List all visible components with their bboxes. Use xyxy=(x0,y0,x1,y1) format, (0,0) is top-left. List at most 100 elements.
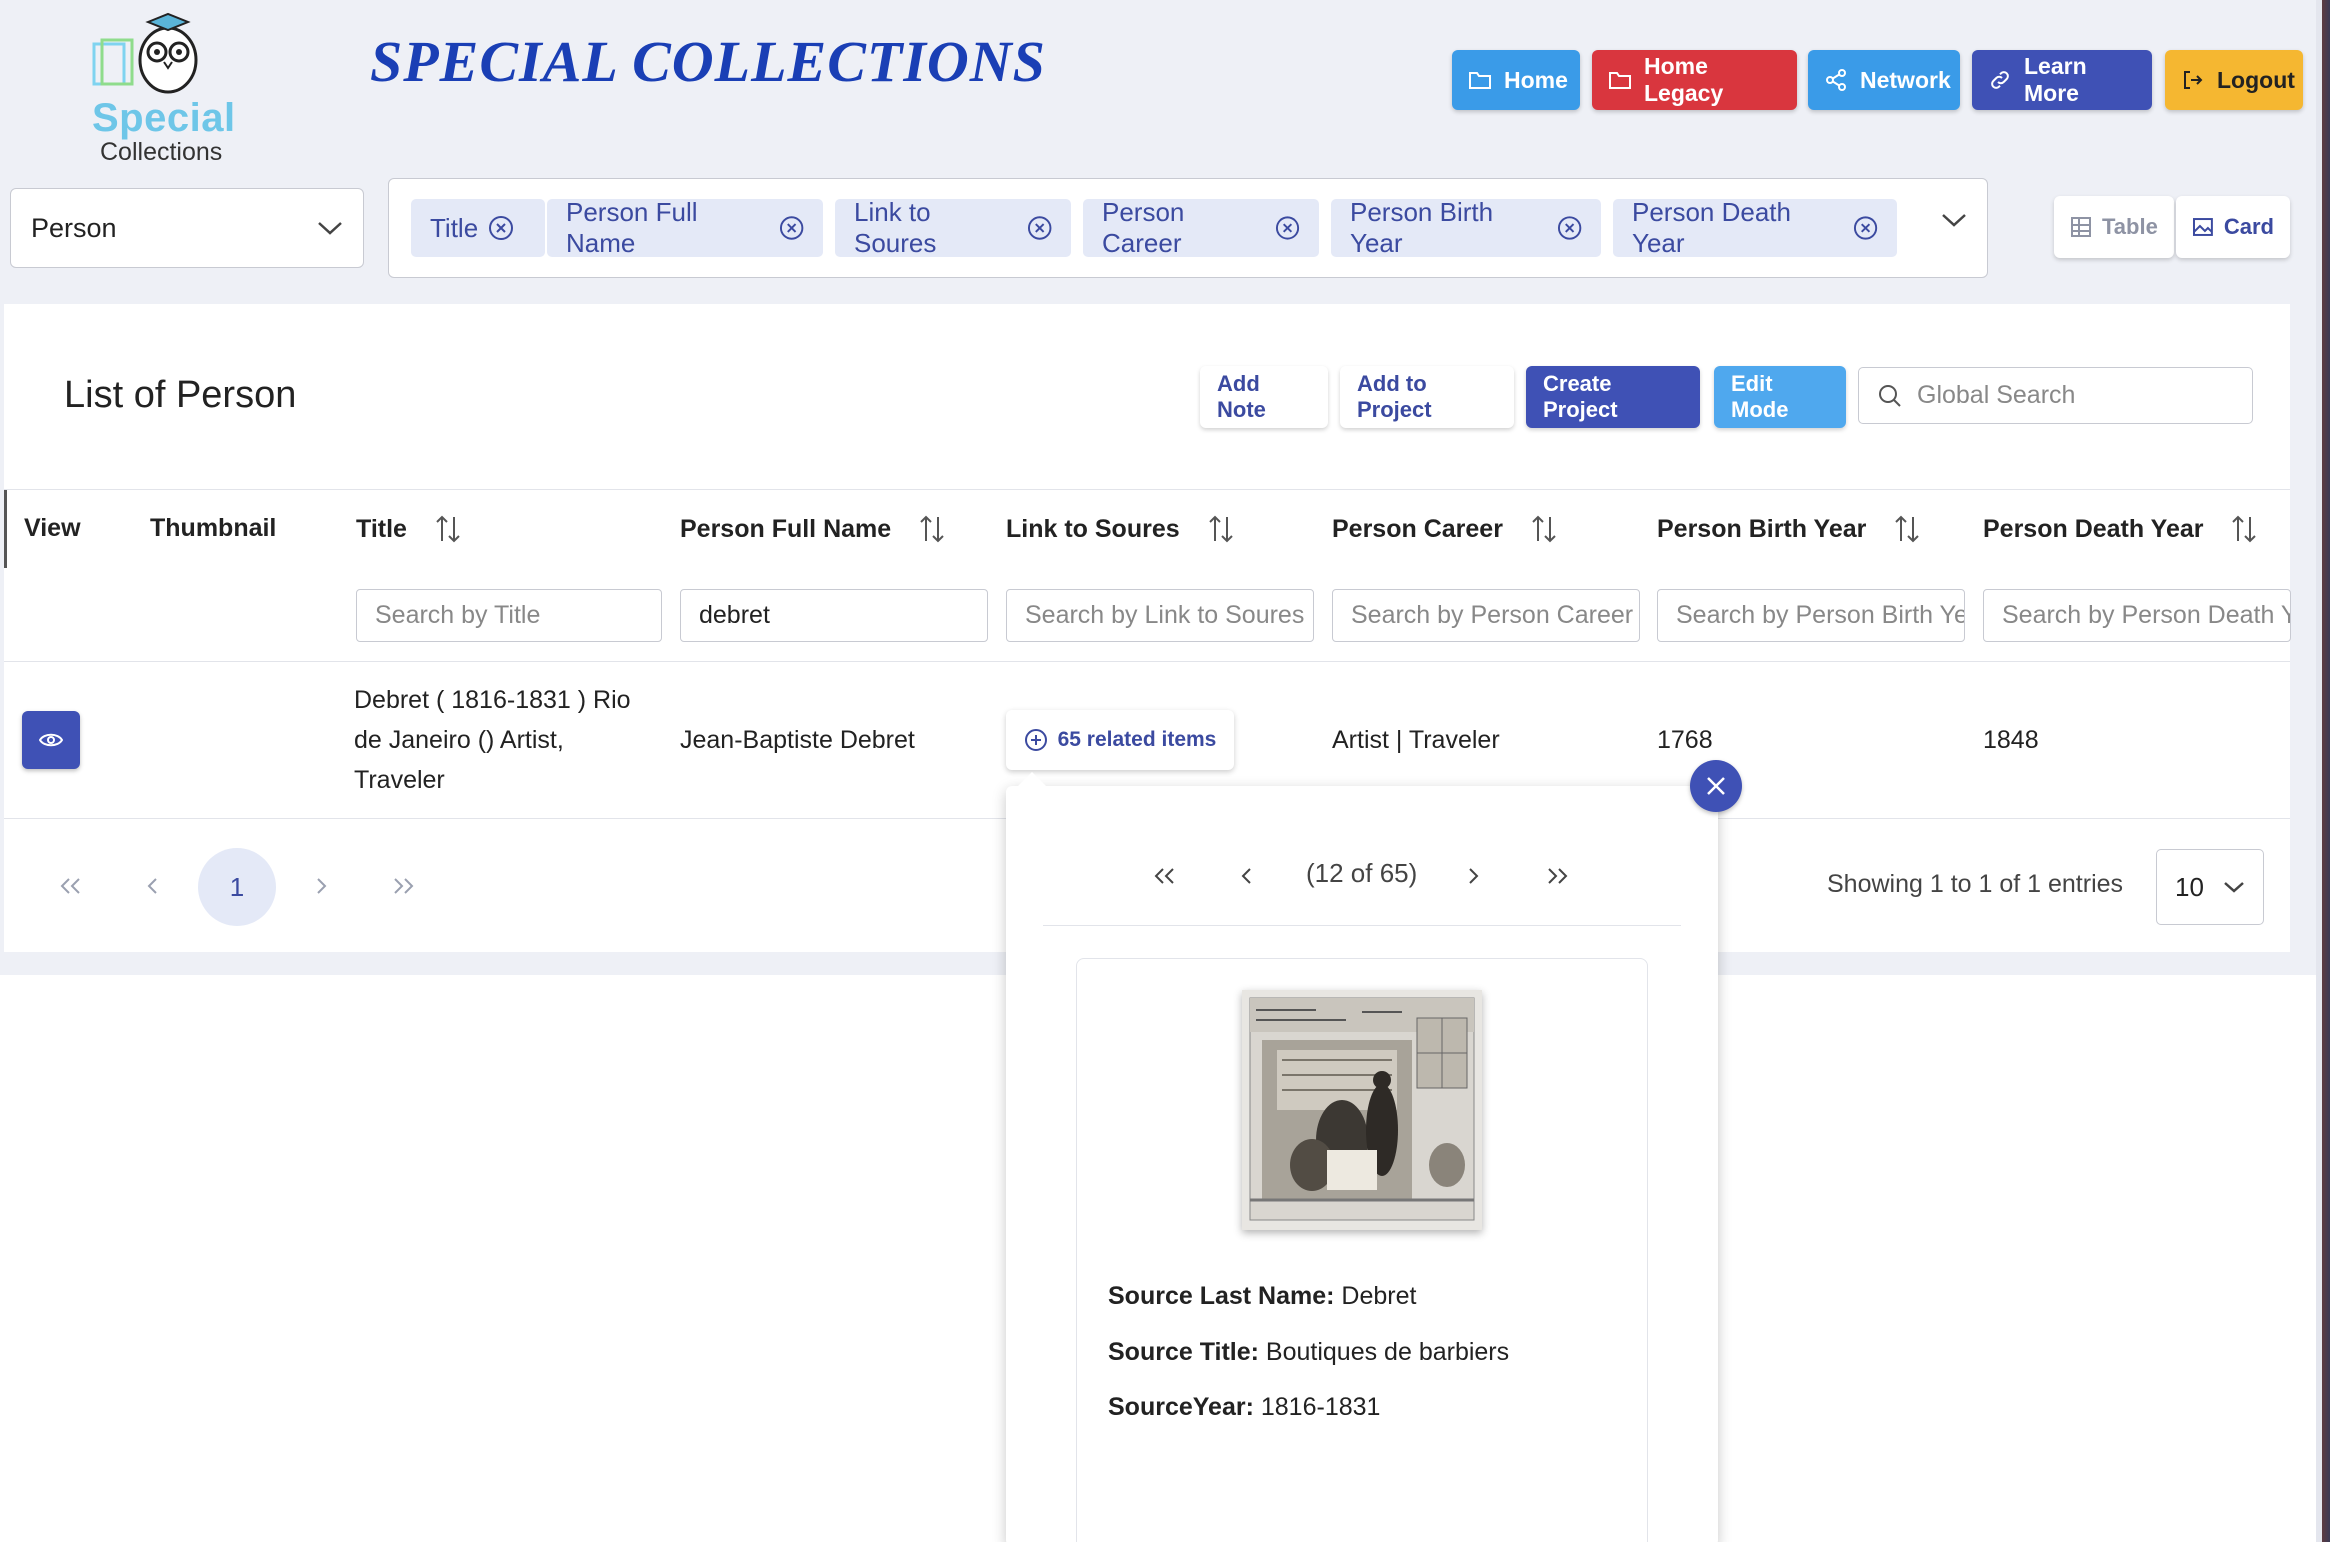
sort-icon[interactable] xyxy=(435,514,461,544)
header-link-to-soures[interactable]: Link to Soures xyxy=(1006,514,1234,544)
header-title[interactable]: Title xyxy=(356,514,461,544)
filter-person-birth-year-input[interactable]: Search by Person Birth Ye xyxy=(1657,589,1965,642)
field-value: 1816-1831 xyxy=(1260,1393,1381,1421)
overlay-first-icon[interactable] xyxy=(1152,866,1178,886)
remove-chip-icon[interactable] xyxy=(488,215,514,241)
add-note-button[interactable]: Add Note xyxy=(1200,366,1328,428)
image-icon xyxy=(2192,218,2213,236)
sort-icon[interactable] xyxy=(2231,514,2257,544)
card-view-button[interactable]: Card xyxy=(2176,196,2290,258)
overlay-prev-icon[interactable] xyxy=(1240,866,1254,886)
sort-icon[interactable] xyxy=(919,514,945,544)
chip-label: Title xyxy=(430,212,479,243)
remove-chip-icon[interactable] xyxy=(1275,215,1300,241)
header-label: Person Birth Year xyxy=(1657,514,1867,543)
sort-icon[interactable] xyxy=(1531,514,1557,544)
sort-icon[interactable] xyxy=(1894,514,1920,544)
header-label: Title xyxy=(356,514,407,543)
source-year: SourceYear: 1816-1831 xyxy=(1108,1393,1380,1422)
header-person-death-year[interactable]: Person Death Year xyxy=(1983,514,2257,544)
home-legacy-button[interactable]: Home Legacy xyxy=(1592,50,1797,110)
chip-person-full-name[interactable]: Person Full Name xyxy=(547,197,823,258)
view-row-button[interactable] xyxy=(22,711,80,769)
chip-label: Person Career xyxy=(1102,197,1185,258)
logout-button[interactable]: Logout xyxy=(2165,50,2303,110)
chip-title[interactable]: Title xyxy=(411,199,545,257)
last-page-icon[interactable] xyxy=(390,876,416,896)
edit-mode-button[interactable]: Edit Mode xyxy=(1714,366,1846,428)
list-title: List of Person xyxy=(64,374,297,416)
link-icon xyxy=(1991,71,2009,89)
global-search-placeholder: Global Search xyxy=(1917,381,2076,409)
filter-person-death-year-input[interactable]: Search by Person Death Y xyxy=(1983,589,2291,642)
row-divider xyxy=(4,661,2290,662)
eye-icon xyxy=(39,733,63,747)
chip-link-to-soures[interactable]: Link to Soures xyxy=(835,197,1071,258)
table-view-button[interactable]: Table xyxy=(2054,196,2174,258)
global-search-input[interactable]: Global Search xyxy=(1858,367,2253,424)
prev-page-icon[interactable] xyxy=(146,876,160,896)
overlay-last-icon[interactable] xyxy=(1544,866,1570,886)
chip-label: Person Birth Year xyxy=(1350,197,1494,258)
cell-career: Artist | Traveler xyxy=(1332,726,1500,754)
add-to-project-button[interactable]: Add to Project xyxy=(1340,366,1514,428)
home-label: Home xyxy=(1504,66,1568,93)
field-value: Debret xyxy=(1341,1282,1417,1310)
share-icon xyxy=(1826,69,1846,91)
site-title: SPECIAL COLLECTIONS xyxy=(370,29,1046,94)
cell-full-name: Jean-Baptiste Debret xyxy=(680,726,915,754)
entity-select-value: Person xyxy=(31,212,117,243)
table-divider xyxy=(4,489,2290,490)
remove-chip-icon[interactable] xyxy=(1027,215,1052,241)
next-page-icon[interactable] xyxy=(314,876,328,896)
logout-label: Logout xyxy=(2217,66,2295,93)
column-multiselect[interactable]: Title Person Full Name Link to Soures Pe… xyxy=(388,178,1988,278)
cell-title-line: de Janeiro () Artist, xyxy=(354,726,564,754)
header-person-career[interactable]: Person Career xyxy=(1332,514,1557,544)
remove-chip-icon[interactable] xyxy=(1853,215,1878,241)
remove-chip-icon[interactable] xyxy=(1557,215,1582,241)
filter-person-career-input[interactable]: Search by Person Career xyxy=(1332,589,1640,642)
entity-select[interactable]: Person xyxy=(10,188,364,268)
overlay-next-icon[interactable] xyxy=(1466,866,1480,886)
close-overlay-button[interactable] xyxy=(1690,760,1742,812)
network-button[interactable]: Network xyxy=(1808,50,1960,110)
entries-summary: Showing 1 to 1 of 1 entries xyxy=(1827,870,2124,898)
first-page-icon[interactable] xyxy=(58,876,84,896)
folder-icon xyxy=(1609,72,1631,89)
frozen-column-marker xyxy=(4,490,7,568)
learn-more-button[interactable]: Learn More xyxy=(1972,50,2152,110)
chevron-down-icon xyxy=(2224,882,2244,893)
chip-person-death-year[interactable]: Person Death Year xyxy=(1613,197,1897,258)
filter-person-full-name-input[interactable]: debret xyxy=(680,589,988,642)
filter-link-to-soures-input[interactable]: Search by Link to Soures xyxy=(1006,589,1314,642)
create-project-button[interactable]: Create Project xyxy=(1526,366,1700,428)
related-items-button[interactable]: 65 related items xyxy=(1006,710,1234,770)
chip-label: Person Full Name xyxy=(566,197,698,258)
chip-person-birth-year[interactable]: Person Birth Year xyxy=(1331,197,1601,258)
chevron-down-icon[interactable] xyxy=(1941,212,1967,228)
home-button[interactable]: Home xyxy=(1452,50,1580,110)
page-number-current[interactable]: 1 xyxy=(198,848,276,926)
header-label: Person Career xyxy=(1332,514,1503,543)
field-value: Boutiques de barbiers xyxy=(1265,1338,1510,1366)
table-view-label: Table xyxy=(2102,214,2158,239)
rows-per-page-select[interactable]: 10 xyxy=(2156,849,2264,925)
header-person-birth-year[interactable]: Person Birth Year xyxy=(1657,514,1920,544)
folder-icon xyxy=(1469,72,1491,89)
source-image[interactable] xyxy=(1242,990,1482,1230)
header-label: Person Death Year xyxy=(1983,514,2204,543)
header-label: Person Full Name xyxy=(680,514,892,543)
plus-circle-icon xyxy=(1024,729,1047,751)
related-items-label: 65 related items xyxy=(1057,728,1217,751)
remove-chip-icon[interactable] xyxy=(779,215,804,241)
network-label: Network xyxy=(1860,66,1951,93)
logout-icon xyxy=(2184,71,2203,89)
header-label: Link to Soures xyxy=(1006,514,1180,543)
filter-title-input[interactable]: Search by Title xyxy=(356,589,662,642)
chip-person-career[interactable]: Person Career xyxy=(1083,197,1319,258)
site-logo[interactable]: Special Collections xyxy=(88,10,248,166)
header-person-full-name[interactable]: Person Full Name xyxy=(680,514,945,544)
learn-more-label: Learn More xyxy=(2024,53,2087,106)
sort-icon[interactable] xyxy=(1208,514,1234,544)
